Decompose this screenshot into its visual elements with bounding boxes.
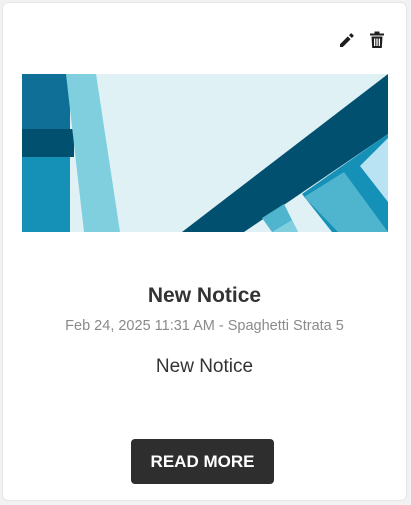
edit-button[interactable] — [337, 30, 355, 50]
notice-date: Feb 24, 2025 11:31 AM — [65, 318, 215, 334]
notice-excerpt: New Notice — [155, 356, 254, 377]
notice-card: New Notice Feb 24, 2025 11:31 AM - Spagh… — [2, 2, 407, 501]
banner-graphic — [22, 74, 388, 232]
trash-icon — [370, 31, 384, 48]
notice-banner-image — [22, 74, 388, 232]
meta-separator: - — [214, 318, 228, 334]
delete-button[interactable] — [368, 30, 386, 50]
notice-location: Spaghetti Strata 5 — [227, 318, 344, 334]
read-more-button[interactable]: READ MORE — [131, 439, 274, 484]
card-actions — [337, 30, 386, 50]
notice-title: New Notice — [147, 284, 262, 307]
pencil-icon — [339, 32, 354, 47]
notice-meta: Feb 24, 2025 11:31 AM - Spaghetti Strata… — [3, 318, 406, 334]
